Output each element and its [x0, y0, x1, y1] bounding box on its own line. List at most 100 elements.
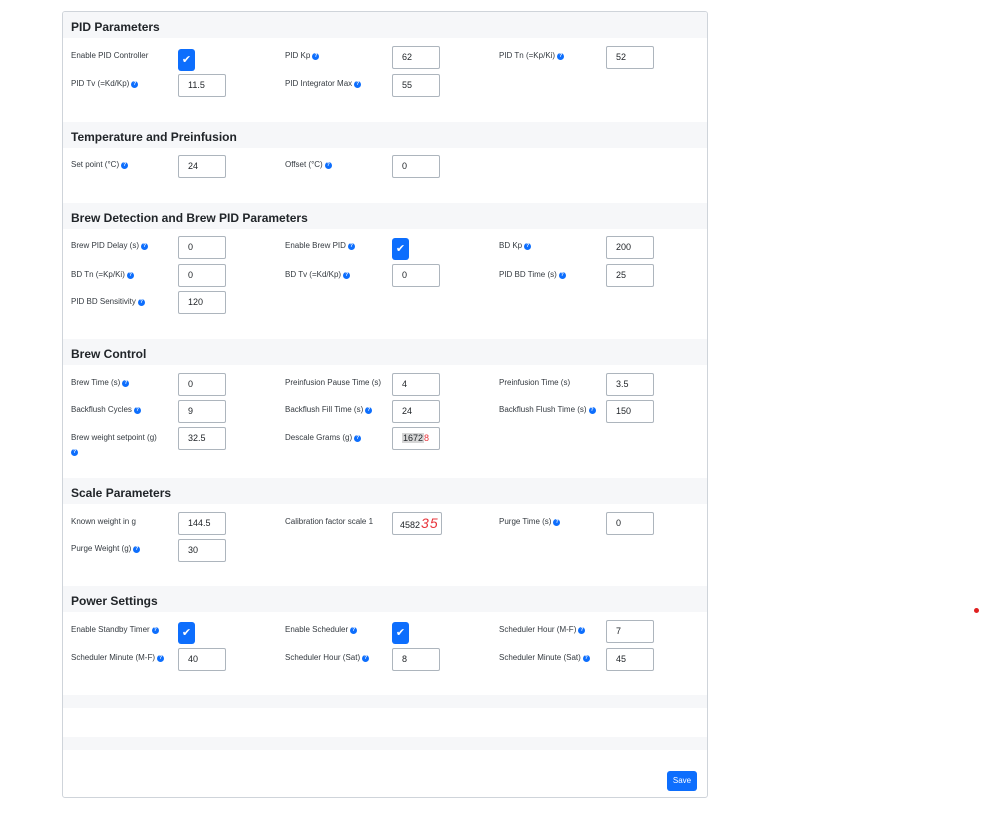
label-bd-tv: BD Tv (=Kd/Kp)?	[285, 270, 351, 279]
help-icon[interactable]: ?	[157, 655, 165, 662]
setpoint-input[interactable]: 24	[178, 155, 226, 178]
help-icon[interactable]: ?	[343, 272, 351, 279]
brew-pid-delay-input[interactable]: 0	[178, 236, 226, 259]
label-purge-time: Purge Time (s)?	[499, 517, 561, 526]
purge-time-input[interactable]: 0	[606, 512, 654, 535]
label-brew-weight: Brew weight setpoint (g)?	[71, 433, 157, 456]
bd-kp-input[interactable]: 200	[606, 236, 654, 259]
descale-grams-input[interactable]: 16728	[392, 427, 440, 450]
brew-time-input[interactable]: 0	[178, 373, 226, 396]
label-pid-kp: PID Kp?	[285, 51, 320, 60]
calibration-factor-input[interactable]: 458235	[392, 512, 442, 535]
label-brew-pid-delay: Brew PID Delay (s)?	[71, 241, 149, 250]
label-enable-pid: Enable PID Controller	[71, 51, 149, 60]
bd-tv-input[interactable]: 0	[392, 264, 440, 287]
help-icon[interactable]: ?	[582, 655, 590, 662]
label-pid-bd-sensitivity: PID BD Sensitivity?	[71, 297, 145, 306]
label-backflush-cycles: Backflush Cycles?	[71, 405, 141, 414]
preinfusion-time-input[interactable]: 3.5	[606, 373, 654, 396]
help-icon[interactable]: ?	[365, 407, 373, 414]
help-icon[interactable]: ?	[121, 162, 129, 169]
empty-section-header	[63, 737, 707, 750]
help-icon[interactable]: ?	[347, 243, 355, 250]
help-icon[interactable]: ?	[362, 655, 370, 662]
label-calibration-factor: Calibration factor scale 1	[285, 517, 374, 526]
section-title-pid: PID Parameters	[63, 12, 707, 38]
pid-imax-input[interactable]: 55	[392, 74, 440, 97]
section-title-brew-detection: Brew Detection and Brew PID Parameters	[63, 203, 707, 229]
scheduler-minute-mf-input[interactable]: 40	[178, 648, 226, 671]
label-pid-bd-time: PID BD Time (s)?	[499, 270, 566, 279]
help-icon[interactable]: ?	[578, 627, 586, 634]
help-icon[interactable]: ?	[141, 243, 149, 250]
help-icon[interactable]: ?	[133, 407, 141, 414]
known-weight-input[interactable]: 144.5	[178, 512, 226, 535]
bd-tn-input[interactable]: 0	[178, 264, 226, 287]
preinfusion-pause-input[interactable]: 4	[392, 373, 440, 396]
calibration-value: 4582	[400, 520, 421, 530]
help-icon[interactable]: ?	[312, 53, 320, 60]
label-backflush-fill: Backflush Fill Time (s)?	[285, 405, 373, 414]
help-icon[interactable]: ?	[553, 519, 561, 526]
scheduler-hour-sat-input[interactable]: 8	[392, 648, 440, 671]
section-title-brew-control: Brew Control	[63, 339, 707, 365]
enable-scheduler-checkbox[interactable]: ✔	[392, 622, 409, 644]
label-preinfusion-time: Preinfusion Time (s)	[499, 378, 571, 387]
help-icon[interactable]: ?	[524, 243, 532, 250]
annotation-digit: 8	[424, 433, 430, 443]
label-enable-brew-pid: Enable Brew PID?	[285, 241, 355, 250]
help-icon[interactable]: ?	[588, 407, 596, 414]
label-scheduler-minute-mf: Scheduler Minute (M-F)?	[71, 653, 165, 662]
handwritten-annotation: 35	[421, 515, 439, 531]
save-button[interactable]: Save	[667, 771, 697, 791]
scheduler-hour-mf-input[interactable]: 7	[606, 620, 654, 643]
backflush-flush-input[interactable]: 150	[606, 400, 654, 423]
help-icon[interactable]: ?	[131, 81, 139, 88]
help-icon[interactable]: ?	[126, 272, 134, 279]
label-setpoint: Set point (°C)?	[71, 160, 129, 169]
pid-bd-time-input[interactable]: 25	[606, 264, 654, 287]
purge-weight-input[interactable]: 30	[178, 539, 226, 562]
help-icon[interactable]: ?	[151, 627, 159, 634]
help-icon[interactable]: ?	[133, 546, 141, 553]
enable-standby-checkbox[interactable]: ✔	[178, 622, 195, 644]
help-icon[interactable]: ?	[354, 435, 362, 442]
selected-text: 1672	[402, 433, 425, 443]
label-pid-tv: PID Tv (=Kd/Kp)?	[71, 79, 139, 88]
enable-brew-pid-checkbox[interactable]: ✔	[392, 238, 409, 260]
backflush-cycles-input[interactable]: 9	[178, 400, 226, 423]
pid-bd-sensitivity-input[interactable]: 120	[178, 291, 226, 314]
label-preinfusion-pause: Preinfusion Pause Time (s)	[285, 378, 382, 387]
label-scheduler-hour-mf: Scheduler Hour (M-F)?	[499, 625, 586, 634]
help-icon[interactable]: ?	[137, 299, 145, 306]
help-icon[interactable]: ?	[557, 53, 565, 60]
label-known-weight: Known weight in g	[71, 517, 136, 526]
section-title-temperature: Temperature and Preinfusion	[63, 122, 707, 148]
help-icon[interactable]: ?	[354, 81, 362, 88]
pid-kp-input[interactable]: 62	[392, 46, 440, 69]
help-icon[interactable]: ?	[558, 272, 566, 279]
help-icon[interactable]: ?	[71, 449, 78, 456]
label-pid-imax: PID Integrator Max?	[285, 79, 362, 88]
empty-section-header	[63, 695, 707, 708]
help-icon[interactable]: ?	[350, 627, 358, 634]
label-descale-grams: Descale Grams (g)?	[285, 433, 362, 442]
backflush-fill-input[interactable]: 24	[392, 400, 440, 423]
label-brew-time: Brew Time (s)?	[71, 378, 130, 387]
scheduler-minute-sat-input[interactable]: 45	[606, 648, 654, 671]
label-purge-weight: Purge Weight (g)?	[71, 544, 141, 553]
label-scheduler-minute-sat: Scheduler Minute (Sat)?	[499, 653, 590, 662]
label-enable-scheduler: Enable Scheduler?	[285, 625, 358, 634]
pid-tn-input[interactable]: 52	[606, 46, 654, 69]
pid-tv-input[interactable]: 11.5	[178, 74, 226, 97]
red-dot-marker	[974, 608, 979, 613]
section-title-scale: Scale Parameters	[63, 478, 707, 504]
help-icon[interactable]: ?	[324, 162, 332, 169]
section-title-power: Power Settings	[63, 586, 707, 612]
brew-weight-input[interactable]: 32.5	[178, 427, 226, 450]
help-icon[interactable]: ?	[122, 380, 130, 387]
label-backflush-flush: Backflush Flush Time (s)?	[499, 405, 596, 414]
label-offset: Offset (°C)?	[285, 160, 332, 169]
offset-input[interactable]: 0	[392, 155, 440, 178]
enable-pid-checkbox[interactable]: ✔	[178, 49, 195, 71]
